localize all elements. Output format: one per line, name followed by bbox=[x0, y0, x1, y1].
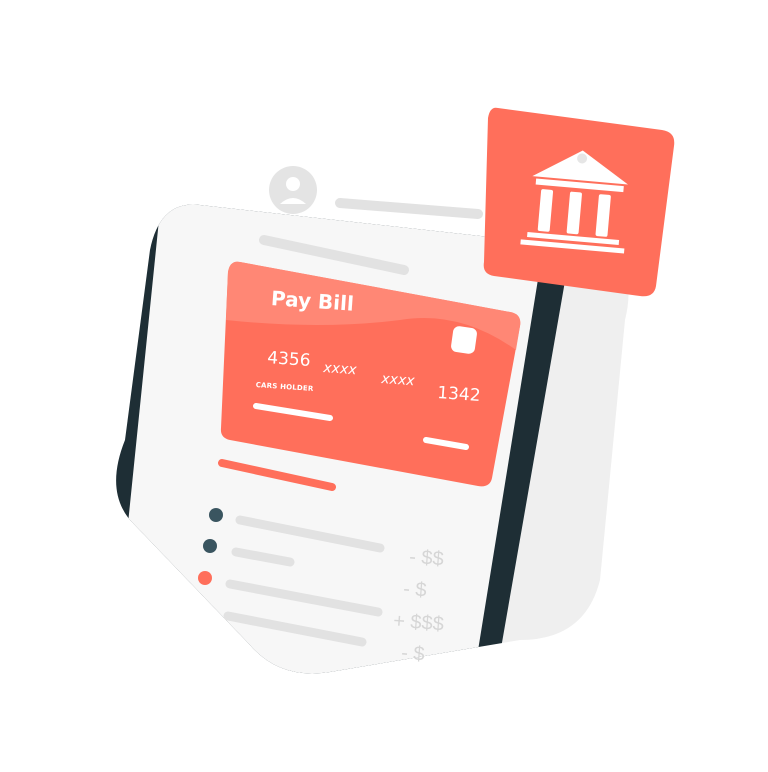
header-bar-1 bbox=[335, 198, 483, 219]
amount-3: + $$$ bbox=[392, 610, 445, 636]
card-number-part-2: xxxx bbox=[322, 360, 358, 379]
illustration: Pay Bill 4356 xxxx xxxx 1342 CARS HOLDER… bbox=[0, 0, 768, 767]
status-dot bbox=[198, 571, 212, 585]
card-number-part-3: xxxx bbox=[380, 371, 416, 390]
card-number-part-4: 1342 bbox=[436, 383, 482, 406]
amount-4: - $ bbox=[400, 642, 426, 666]
card-number-part-1: 4356 bbox=[266, 348, 312, 371]
amount-1: - $$ bbox=[408, 546, 445, 571]
status-dot bbox=[209, 508, 223, 522]
amount-2: - $ bbox=[402, 578, 428, 602]
bank-tile bbox=[483, 107, 675, 297]
user-avatar-icon bbox=[269, 166, 317, 214]
status-dot bbox=[203, 539, 217, 553]
card-chip-icon bbox=[451, 326, 477, 354]
